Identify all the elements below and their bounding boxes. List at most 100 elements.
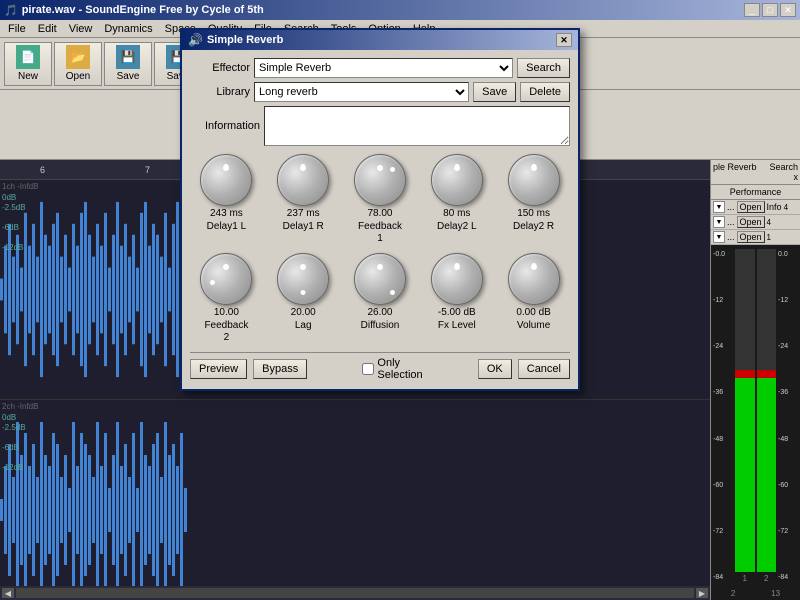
delete-preset-button[interactable]: Delete bbox=[520, 82, 570, 102]
only-selection-label: OnlySelection bbox=[377, 357, 422, 381]
dropdown-2[interactable]: ▼ bbox=[713, 216, 725, 228]
information-input[interactable] bbox=[264, 106, 570, 146]
cancel-button[interactable]: Cancel bbox=[518, 359, 570, 379]
only-selection-container: OnlySelection bbox=[362, 357, 422, 381]
knob-delay1r-control[interactable] bbox=[277, 154, 329, 206]
dots-3: ... bbox=[727, 232, 735, 242]
new-button[interactable]: 📄 New bbox=[4, 42, 52, 86]
dialog-close-button[interactable]: ✕ bbox=[556, 33, 572, 47]
minimize-btn[interactable]: _ bbox=[744, 3, 760, 17]
bypass-button[interactable]: Bypass bbox=[253, 359, 307, 379]
dropdown-1[interactable]: ▼ bbox=[713, 201, 725, 213]
knob-volume-label: Volume bbox=[517, 320, 550, 332]
maximize-btn[interactable]: □ bbox=[762, 3, 778, 17]
menu-dynamics[interactable]: Dynamics bbox=[98, 22, 158, 36]
knob-feedback2-control[interactable] bbox=[200, 253, 252, 305]
close-plugin[interactable]: x bbox=[713, 172, 798, 182]
save-label: Save bbox=[117, 71, 140, 82]
knob-delay1r-label: Delay1 R bbox=[283, 221, 324, 233]
knob-delay1l-label: Delay1 L bbox=[207, 221, 246, 233]
open-label: Open bbox=[66, 71, 90, 82]
waveform-ch2: 0dB -2.5dB -6dB -12dB bbox=[0, 400, 710, 600]
knob-feedback1-label: Feedback1 bbox=[358, 221, 402, 245]
menu-file[interactable]: File bbox=[2, 22, 32, 36]
vu-ch1-red bbox=[735, 370, 755, 378]
knob-diffusion-control[interactable] bbox=[354, 253, 406, 305]
knob-delay2r-value: 150 ms bbox=[517, 208, 550, 219]
save-preset-button[interactable]: Save bbox=[473, 82, 516, 102]
knobs-row-1: 243 ms Delay1 L 237 ms Delay1 R 78.00 Fe… bbox=[190, 154, 570, 245]
knob-feedback1-control[interactable] bbox=[354, 154, 406, 206]
knob-feedback1-value: 78.00 bbox=[367, 208, 392, 219]
vu-label-84-r: -84 bbox=[778, 574, 798, 581]
vu-ch2: 2 bbox=[757, 249, 777, 583]
vu-label-48: -48 bbox=[713, 436, 733, 443]
vu-label-24-r: -24 bbox=[778, 343, 798, 350]
knob-delay2l-value: 80 ms bbox=[443, 208, 470, 219]
svg-text:-2.5dB: -2.5dB bbox=[2, 203, 26, 212]
new-label: New bbox=[18, 71, 38, 82]
knob-volume-value: 0.00 dB bbox=[516, 307, 550, 318]
vu-ch2-label: 2 bbox=[764, 574, 768, 583]
knob-feedback2: 10.00 Feedback2 bbox=[190, 253, 263, 344]
save-icon: 💾 bbox=[116, 45, 140, 69]
vu-label-24: -24 bbox=[713, 343, 733, 350]
scroll-right[interactable]: ▶ bbox=[696, 588, 708, 598]
plugin-name-label: ple Reverb bbox=[713, 162, 757, 172]
close-btn[interactable]: ✕ bbox=[780, 3, 796, 17]
knob-volume: 0.00 dB Volume bbox=[497, 253, 570, 344]
knob-volume-control[interactable] bbox=[508, 253, 560, 305]
preview-button[interactable]: Preview bbox=[190, 359, 247, 379]
svg-text:-12dB: -12dB bbox=[2, 243, 23, 252]
knob-delay2l-control[interactable] bbox=[431, 154, 483, 206]
knob-delay1l-control[interactable] bbox=[200, 154, 252, 206]
knob-delay2r-label: Delay2 R bbox=[513, 221, 554, 233]
channel1-label: 1ch -InfdB bbox=[2, 182, 38, 191]
right-panel: ple Reverb Search x Performance ▼ ... Op… bbox=[710, 160, 800, 600]
dialog-title-bar: 🔊 Simple Reverb ✕ bbox=[182, 30, 578, 50]
vu-ch2-green bbox=[757, 378, 777, 572]
channel2-label: 2ch -InfdB bbox=[2, 402, 38, 411]
knob-delay2r: 150 ms Delay2 R bbox=[497, 154, 570, 245]
knobs-row-2: 10.00 Feedback2 20.00 Lag 26.00 Diffusio… bbox=[190, 253, 570, 344]
scrollbar-track[interactable] bbox=[16, 588, 694, 598]
app-icon: 🎵 bbox=[4, 4, 18, 17]
vu-ch1-green bbox=[735, 378, 755, 572]
knob-fxlevel-control[interactable] bbox=[431, 253, 483, 305]
open-button[interactable]: 📂 Open bbox=[54, 42, 102, 86]
vu-label-72-r: -72 bbox=[778, 528, 798, 535]
vu-ch1-label: 1 bbox=[743, 574, 747, 583]
svg-text:-6dB: -6dB bbox=[2, 443, 19, 452]
save-button[interactable]: 💾 Save bbox=[104, 42, 152, 86]
vu-marker-13: 13 bbox=[771, 589, 780, 598]
vu-label-36-r: -36 bbox=[778, 389, 798, 396]
scroll-left[interactable]: ◀ bbox=[2, 588, 14, 598]
vu-label-60: -60 bbox=[713, 482, 733, 489]
knob-fxlevel-label: Fx Level bbox=[438, 320, 476, 332]
menu-view[interactable]: View bbox=[63, 22, 99, 36]
information-label: Information bbox=[190, 120, 260, 132]
effector-select[interactable]: Simple Reverb bbox=[254, 58, 513, 78]
ok-button[interactable]: OK bbox=[478, 359, 512, 379]
dialog-body: Effector Simple Reverb Search Library Lo… bbox=[182, 50, 578, 389]
vu-label-84: -84 bbox=[713, 574, 733, 581]
knob-delay2l-label: Delay2 L bbox=[437, 221, 476, 233]
only-selection-checkbox[interactable] bbox=[362, 363, 374, 375]
knob-fxlevel: -5.00 dB Fx Level bbox=[420, 253, 493, 344]
knob-lag-control[interactable] bbox=[277, 253, 329, 305]
svg-text:-12dB: -12dB bbox=[2, 463, 23, 472]
open-btn-1[interactable]: Open bbox=[737, 201, 765, 213]
open-btn-2[interactable]: Open bbox=[737, 216, 765, 228]
open-btn-3[interactable]: Open bbox=[737, 231, 765, 243]
menu-edit[interactable]: Edit bbox=[32, 22, 63, 36]
vu-label-72: -72 bbox=[713, 528, 733, 535]
vu-label-48-r: -48 bbox=[778, 436, 798, 443]
dots-2: ... bbox=[727, 217, 735, 227]
library-select[interactable]: Long reverb bbox=[254, 82, 469, 102]
knob-delay2r-control[interactable] bbox=[508, 154, 560, 206]
search-label-right: Search bbox=[769, 162, 798, 172]
search-button[interactable]: Search bbox=[517, 58, 570, 78]
timeline-marker-6: 6 bbox=[40, 165, 45, 175]
dropdown-3[interactable]: ▼ bbox=[713, 231, 725, 243]
open-icon: 📂 bbox=[66, 45, 90, 69]
